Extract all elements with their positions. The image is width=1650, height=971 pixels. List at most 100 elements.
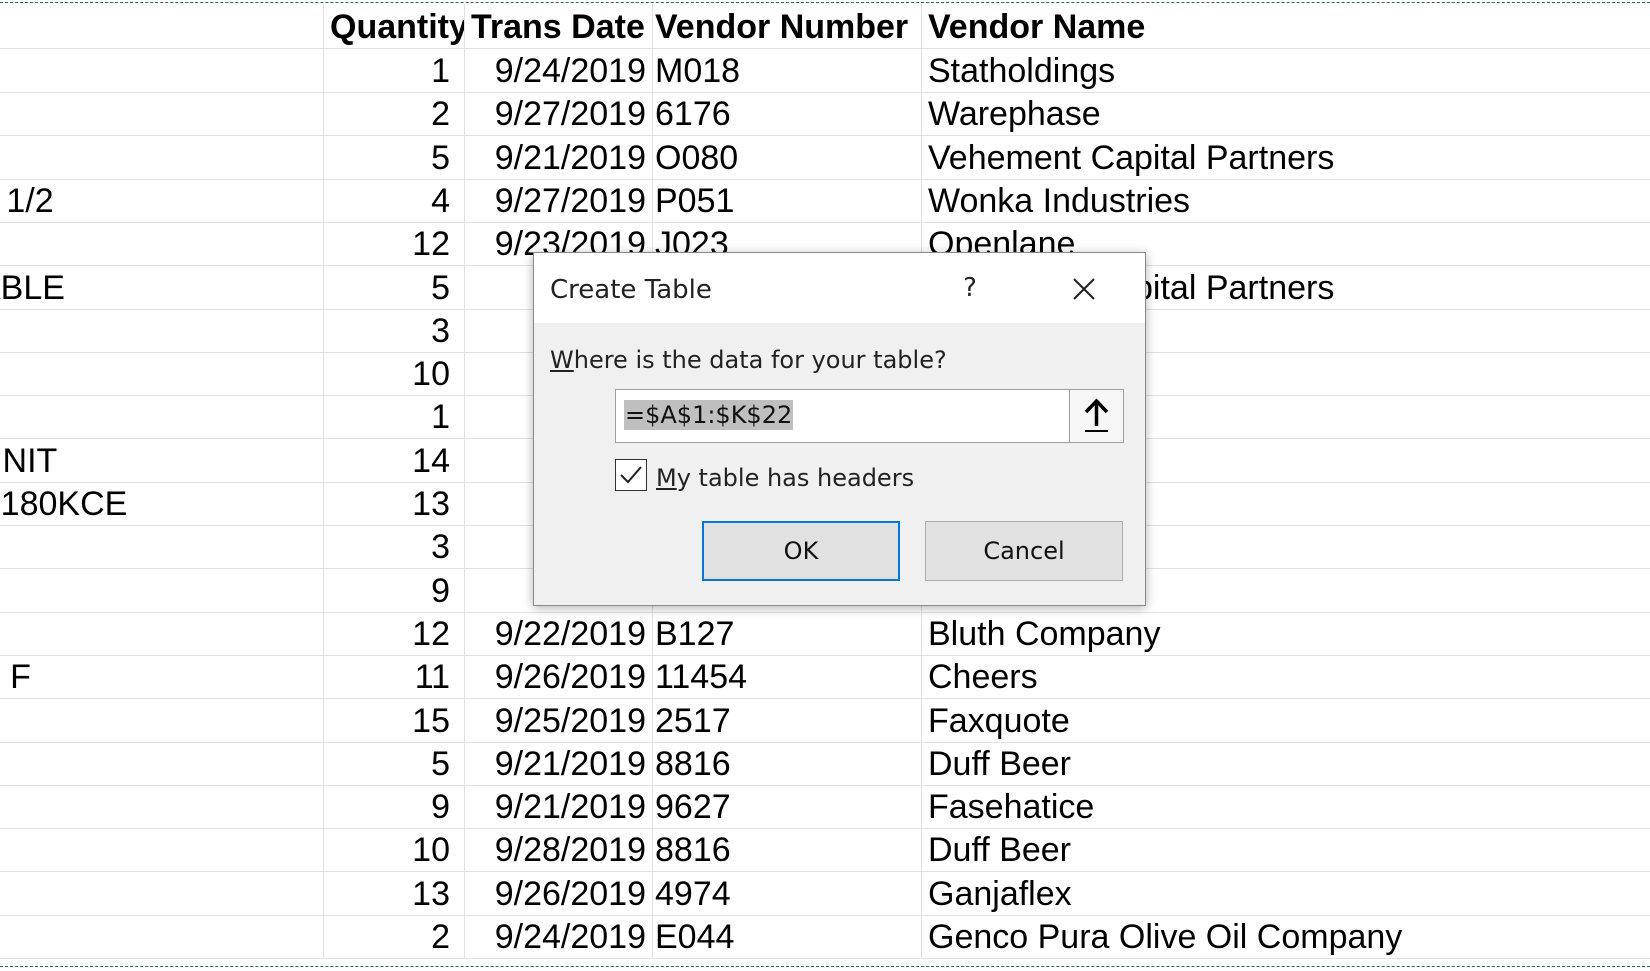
column-a-cell[interactable] <box>0 91 324 136</box>
table-row[interactable]: 13 9/26/2019 4974 Ganjaflex <box>0 870 1650 916</box>
quantity-header[interactable]: Quantity <box>324 4 465 48</box>
vendor-name-cell[interactable]: Duff Beer <box>922 827 1650 871</box>
vendor-name-cell[interactable]: Fasehatice <box>922 784 1650 828</box>
vendor-name-cell[interactable]: Cheers <box>922 654 1650 698</box>
quantity-cell[interactable]: 1 <box>324 394 465 439</box>
column-a-cell[interactable] <box>0 784 324 829</box>
vendor-number-cell[interactable]: 8816 <box>653 740 922 785</box>
table-row[interactable]: 9 9/21/2019 9627 Fasehatice <box>0 784 1650 830</box>
trans-date-cell[interactable]: 9/22/2019 <box>465 610 653 655</box>
cancel-button[interactable]: Cancel <box>925 521 1123 581</box>
vendor-name-cell[interactable]: Faxquote <box>922 698 1650 742</box>
column-a-cell[interactable] <box>0 394 324 439</box>
quantity-cell[interactable]: 5 <box>324 264 465 309</box>
collapse-dialog-button[interactable] <box>1069 389 1124 443</box>
ok-button[interactable]: OK <box>702 521 900 581</box>
trans-date-cell[interactable]: 9/24/2019 <box>465 48 653 92</box>
vendor-number-cell[interactable]: B127 <box>653 610 922 655</box>
column-a-cell[interactable] <box>0 221 324 266</box>
quantity-cell[interactable]: 5 <box>324 740 465 785</box>
vendor-number-cell[interactable]: 9627 <box>653 784 922 829</box>
headers-checkbox-label[interactable]: My table has headers <box>656 464 914 492</box>
vendor-name-cell[interactable]: Bluth Company <box>922 611 1650 655</box>
table-row[interactable]: 2 9/27/2019 6176 Warephase <box>0 91 1650 137</box>
vendor-name-cell[interactable]: Genco Pura Olive Oil Company <box>922 914 1650 958</box>
vendor-number-cell[interactable]: 2517 <box>653 697 922 742</box>
column-a-cell[interactable] <box>0 914 324 958</box>
trans-date-cell[interactable]: 9/21/2019 <box>465 134 653 179</box>
trans-date-cell[interactable]: 9/21/2019 <box>465 740 653 785</box>
column-a-cell[interactable] <box>0 48 324 92</box>
vendor-number-cell[interactable]: 6176 <box>653 91 922 136</box>
header-row[interactable]: Quantity Trans Date Vendor Number Vendor… <box>0 4 1650 49</box>
column-a-cell[interactable] <box>0 307 324 352</box>
column-a-cell[interactable]: E <box>0 697 324 742</box>
vendor-name-cell[interactable]: Statholdings <box>922 48 1650 92</box>
quantity-cell[interactable]: 1 <box>324 48 465 92</box>
trans-date-cell[interactable]: 9/21/2019 <box>465 784 653 829</box>
table-row[interactable]: 1 1/249/27/2019P051Wonka Industries <box>0 177 1650 223</box>
quantity-cell[interactable]: 3 <box>324 307 465 352</box>
quantity-cell[interactable]: 2 <box>324 914 465 958</box>
table-row[interactable]: 12 9/22/2019 B127 Bluth Company <box>0 610 1650 656</box>
column-a-cell[interactable]: ABLE <box>0 264 324 309</box>
column-a-cell[interactable]: 1 1/2 <box>0 177 324 222</box>
column-a-cell[interactable] <box>0 134 324 179</box>
column-a-cell[interactable] <box>0 524 324 569</box>
trans-date-cell[interactable]: 9/24/2019 <box>465 914 653 958</box>
quantity-cell[interactable]: 12 <box>324 610 465 655</box>
headers-checkbox[interactable] <box>615 459 647 491</box>
quantity-cell[interactable]: 11 <box>324 654 465 699</box>
trans-date-header[interactable]: Trans Date <box>465 4 653 48</box>
table-row[interactable]: E F119/26/201911454Cheers <box>0 654 1650 700</box>
table-row[interactable]: 5 9/21/2019 O080 Vehement Capital Partners <box>0 134 1650 180</box>
column-a-cell[interactable] <box>0 870 324 915</box>
column-a-cell[interactable]: E F <box>0 654 324 699</box>
quantity-cell[interactable]: 9 <box>324 567 465 612</box>
vendor-name-cell[interactable]: Warephase <box>922 91 1650 135</box>
vendor-number-cell[interactable]: E044 <box>653 914 922 958</box>
vendor-number-header[interactable]: Vendor Number <box>653 4 922 48</box>
trans-date-cell[interactable]: 9/26/2019 <box>465 870 653 915</box>
trans-date-cell[interactable]: 9/27/2019 <box>465 91 653 136</box>
vendor-name-header[interactable]: Vendor Name <box>922 4 1650 48</box>
vendor-number-cell[interactable]: O080 <box>653 134 922 179</box>
vendor-number-cell[interactable]: 11454 <box>653 654 922 699</box>
table-row[interactable]: 1 9/24/2019 M018 Statholdings <box>0 48 1650 93</box>
quantity-cell[interactable]: 9 <box>324 784 465 829</box>
column-a-cell[interactable] <box>0 567 324 612</box>
quantity-cell[interactable]: 12 <box>324 221 465 266</box>
help-icon[interactable]: ? <box>953 271 987 305</box>
quantity-cell[interactable]: 3 <box>324 524 465 569</box>
vendor-name-cell[interactable]: Vehement Capital Partners <box>922 135 1650 179</box>
close-icon[interactable] <box>1065 270 1103 308</box>
vendor-name-cell[interactable]: Ganjaflex <box>922 871 1650 915</box>
table-row[interactable]: 10 9/28/2019 8816 Duff Beer <box>0 827 1650 873</box>
quantity-cell[interactable]: 2 <box>324 91 465 136</box>
quantity-cell[interactable]: 14 <box>324 437 465 482</box>
quantity-cell[interactable]: 5 <box>324 134 465 179</box>
vendor-number-cell[interactable]: P051 <box>653 177 922 222</box>
trans-date-cell[interactable]: 9/26/2019 <box>465 654 653 699</box>
column-a-cell[interactable]: P180KCE <box>0 481 324 525</box>
column-a-cell[interactable] <box>0 351 324 396</box>
column-a-cell[interactable] <box>0 827 324 872</box>
table-row[interactable]: E159/25/20192517Faxquote <box>0 697 1650 743</box>
trans-date-cell[interactable]: 9/28/2019 <box>465 827 653 872</box>
column-a-cell[interactable] <box>0 610 324 655</box>
quantity-cell[interactable]: 13 <box>324 870 465 915</box>
quantity-cell[interactable]: 4 <box>324 177 465 222</box>
trans-date-cell[interactable]: 9/27/2019 <box>465 177 653 222</box>
quantity-cell[interactable]: 13 <box>324 481 465 525</box>
trans-date-cell[interactable]: 9/25/2019 <box>465 697 653 742</box>
quantity-cell[interactable]: 10 <box>324 827 465 872</box>
dialog-titlebar[interactable]: Create Table ? <box>534 253 1145 323</box>
column-a-cell[interactable]: UNIT <box>0 437 324 482</box>
quantity-cell[interactable]: 10 <box>324 351 465 396</box>
table-row[interactable]: 2 9/24/2019 E044 Genco Pura Olive Oil Compa… <box>0 914 1650 959</box>
column-a-cell[interactable] <box>0 740 324 785</box>
vendor-name-cell[interactable]: Wonka Industries <box>922 178 1650 222</box>
vendor-number-cell[interactable]: M018 <box>653 48 922 92</box>
quantity-cell[interactable]: 15 <box>324 697 465 742</box>
vendor-name-cell[interactable]: Duff Beer <box>922 741 1650 785</box>
